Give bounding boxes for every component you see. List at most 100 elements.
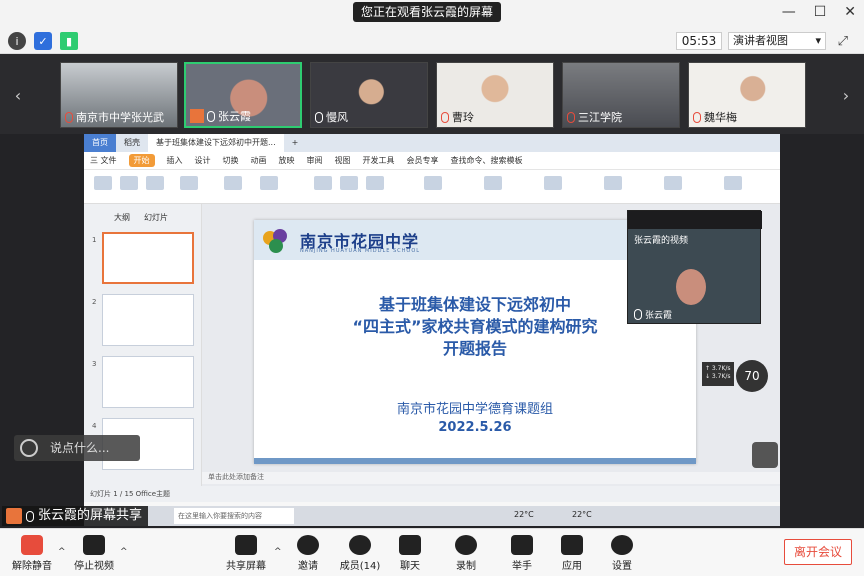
bold-icon[interactable] — [314, 176, 332, 190]
view-mode-label: 演讲者视图 — [733, 34, 788, 47]
speed-gauge: 70 — [736, 360, 768, 392]
title-bar: 您正在观看张云霞的屏幕 — ☐ ✕ — [0, 0, 864, 28]
strip-prev-arrow[interactable]: ‹ — [10, 76, 26, 116]
meeting-timer: 05:53 — [676, 32, 722, 50]
slide-footer-bar — [254, 458, 696, 464]
align-icon[interactable] — [424, 176, 442, 190]
chat-bubble-icon[interactable] — [752, 442, 778, 468]
members-button[interactable]: 成员(14) — [332, 535, 388, 572]
thumb-tab-slides[interactable]: 幻灯片 — [144, 212, 168, 223]
wps-tab-daoke[interactable]: 稻壳 — [116, 134, 148, 152]
menu-member[interactable]: 会员专享 — [407, 155, 439, 166]
new-slide-icon[interactable] — [224, 176, 242, 190]
presenter-video[interactable]: 张云霞的视频 张云霞 — [627, 210, 762, 324]
invite-button[interactable]: 邀请 — [280, 535, 336, 572]
comment-input[interactable]: 说点什么... — [14, 435, 140, 461]
pip-name: 张云霞 — [645, 311, 673, 321]
shape-icon[interactable] — [544, 176, 562, 190]
participant-tile-active[interactable]: 张云霞 — [184, 62, 302, 128]
mic-muted-icon — [65, 111, 73, 123]
thumb-tab-outline[interactable]: 大纲 — [114, 212, 130, 223]
menu-file[interactable]: 三 文件 — [90, 155, 117, 166]
window-controls: — ☐ ✕ — [782, 4, 856, 20]
menu-insert[interactable]: 插入 — [167, 155, 183, 166]
wps-tab-document[interactable]: 基于班集体建设下远郊初中开题... — [148, 134, 284, 152]
add-user-icon — [297, 535, 319, 555]
close-icon[interactable]: ✕ — [844, 4, 856, 20]
settings-button[interactable]: 设置 — [594, 535, 650, 572]
camera-icon — [83, 535, 105, 555]
record-button[interactable]: 录制 — [438, 535, 494, 572]
wps-tab-home[interactable]: 首页 — [84, 134, 116, 152]
menu-slideshow[interactable]: 放映 — [279, 155, 295, 166]
weather-temp: 22°C — [514, 510, 534, 519]
shield-icon[interactable]: ✓ — [34, 32, 52, 50]
slide-date: 2022.5.26 — [438, 420, 512, 435]
play-icon[interactable] — [180, 176, 198, 190]
apps-button[interactable]: 应用 — [544, 535, 600, 572]
cut-icon[interactable] — [120, 176, 138, 190]
wps-status-bar: 幻灯片 1 / 15 Office主题 — [84, 486, 780, 502]
strip-next-arrow[interactable]: › — [838, 76, 854, 116]
info-icon[interactable]: i — [8, 32, 26, 50]
participant-name: 南京市中学张光武 — [76, 111, 164, 124]
copy-icon[interactable] — [146, 176, 164, 190]
menu-transition[interactable]: 切换 — [223, 155, 239, 166]
leave-meeting-button[interactable]: 离开会议 — [784, 539, 852, 565]
maximize-icon[interactable]: ☐ — [814, 4, 827, 20]
find-icon[interactable] — [724, 176, 742, 190]
chat-button[interactable]: 聊天 — [382, 535, 438, 572]
record-icon — [455, 535, 477, 555]
view-mode-select[interactable]: 演讲者视图 ▾ — [728, 32, 826, 50]
slide-thumbnail[interactable] — [102, 356, 194, 408]
paste-icon[interactable] — [94, 176, 112, 190]
slide-thumbnail[interactable] — [102, 294, 194, 346]
menu-developer[interactable]: 开发工具 — [363, 155, 395, 166]
layout-icon[interactable] — [260, 176, 278, 190]
share-banner: 您正在观看张云霞的屏幕 — [353, 2, 502, 22]
meeting-controls: 解除静音 ^ 停止视频 ^ 共享屏幕 ^ 邀请 成员(14) 聊天 录制 举手 … — [0, 528, 864, 576]
notes-area[interactable]: 单击此处添加备注 — [202, 472, 780, 484]
participant-tile[interactable]: 慢风 — [310, 62, 428, 128]
mic-icon — [207, 110, 215, 122]
school-logo-icon — [263, 229, 287, 253]
participant-tile[interactable]: 魏华梅 — [688, 62, 806, 128]
mic-icon — [315, 111, 323, 123]
menu-view[interactable]: 视图 — [335, 155, 351, 166]
slide-thumbnail[interactable] — [102, 232, 194, 284]
wps-tab-new[interactable]: + — [284, 134, 307, 152]
fullscreen-icon[interactable]: ⤢ — [838, 34, 848, 49]
meeting-info-bar: i ✓ ▮ 05:53 演讲者视图 ▾ ⤢ — [0, 28, 864, 54]
menu-design[interactable]: 设计 — [195, 155, 211, 166]
avatar — [6, 508, 22, 524]
italic-icon[interactable] — [340, 176, 358, 190]
picture-icon[interactable] — [604, 176, 622, 190]
participant-tile[interactable]: 曹玲 — [436, 62, 554, 128]
school-name-en: NANJING HUAYUAN MIDDLE SCHOOL — [300, 248, 421, 254]
menu-home[interactable]: 开始 — [128, 154, 155, 167]
stop-video-button[interactable]: 停止视频 — [66, 535, 122, 572]
taskbar-search[interactable]: 在这里输入你要搜索的内容 — [174, 508, 294, 524]
participant-tile[interactable]: 三江学院 — [562, 62, 680, 128]
windows-taskbar: 在这里输入你要搜索的内容 22°C 22°C — [84, 506, 780, 526]
pip-caption: 张云霞的视频 — [634, 236, 689, 246]
mic-icon — [26, 510, 34, 522]
participant-name: 张云霞 — [218, 110, 251, 123]
unmute-button[interactable]: 解除静音 — [4, 535, 60, 572]
smile-icon — [20, 439, 38, 457]
menu-search[interactable]: 查找命令、搜索模板 — [451, 155, 523, 166]
arrange-icon[interactable] — [664, 176, 682, 190]
share-screen-button[interactable]: 共享屏幕 — [218, 535, 274, 572]
apps-icon — [561, 535, 583, 555]
textbox-icon[interactable] — [484, 176, 502, 190]
slide-subtitle: 南京市花园中学德育课题组 — [396, 402, 553, 417]
underline-icon[interactable] — [366, 176, 384, 190]
chevron-up-icon[interactable]: ^ — [58, 547, 66, 557]
raise-hand-button[interactable]: 举手 — [494, 535, 550, 572]
minimize-icon[interactable]: — — [782, 4, 796, 20]
menu-animation[interactable]: 动画 — [251, 155, 267, 166]
chevron-up-icon[interactable]: ^ — [120, 547, 128, 557]
signal-icon[interactable]: ▮ — [60, 32, 78, 50]
participant-tile[interactable]: 南京市中学张光武 — [60, 62, 178, 128]
menu-review[interactable]: 审阅 — [307, 155, 323, 166]
